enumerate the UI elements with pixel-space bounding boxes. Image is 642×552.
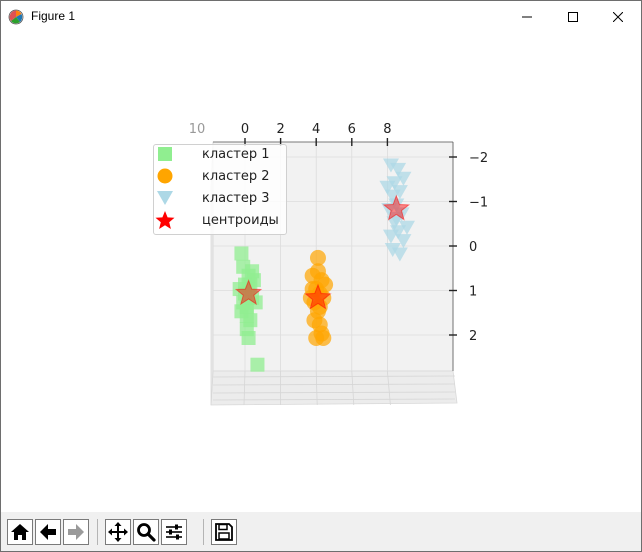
- cluster-1-point: [250, 357, 265, 372]
- window-title: Figure 1: [31, 9, 76, 23]
- figure-canvas[interactable]: 10 0 2 4 6 8 −2 −1 0 1 2 кластер 1 кластер 2 класт…: [1, 47, 641, 512]
- minimize-icon: [522, 16, 532, 17]
- legend-label: центроиды: [202, 213, 279, 228]
- legend-label: кластер 3: [202, 191, 270, 206]
- scatter-3d-plot[interactable]: 10 0 2 4 6 8 −2 −1 0 1 2: [1, 47, 641, 512]
- top-tick-label: 10: [189, 122, 206, 137]
- toolbar-divider: [97, 519, 98, 545]
- star-marker-icon: [155, 211, 175, 229]
- home-button[interactable]: [7, 519, 33, 545]
- cluster-1-point: [245, 264, 260, 279]
- legend-label: кластер 2: [202, 169, 270, 184]
- magnifier-icon: [137, 523, 156, 542]
- top-tick-label: 4: [312, 122, 320, 137]
- save-button[interactable]: [211, 519, 237, 545]
- top-tick-label: 8: [383, 122, 391, 137]
- right-tick-label: 2: [469, 329, 477, 344]
- maximize-button[interactable]: [550, 1, 596, 32]
- square-marker-icon: [158, 147, 172, 161]
- cluster-1-point: [234, 246, 249, 261]
- circle-marker-icon: [157, 168, 173, 184]
- right-tick-label: 1: [469, 285, 477, 300]
- navigation-toolbar: [1, 512, 641, 551]
- legend-item-cluster-2: кластер 2: [154, 167, 286, 189]
- right-tick-label: −1: [469, 196, 488, 211]
- arrow-right-icon: [68, 524, 84, 540]
- maximize-icon: [568, 11, 578, 22]
- top-tick-label: 2: [276, 122, 284, 137]
- triangle-down-marker-icon: [157, 191, 173, 205]
- matplotlib-logo-icon: [8, 9, 24, 25]
- home-icon: [11, 524, 29, 540]
- cluster-2-point: [309, 249, 326, 266]
- zoom-button[interactable]: [133, 519, 159, 545]
- legend-label: кластер 1: [202, 147, 270, 162]
- minimize-button[interactable]: [504, 1, 550, 32]
- close-icon: [613, 11, 623, 22]
- pan-button[interactable]: [105, 519, 131, 545]
- floppy-icon: [215, 523, 233, 541]
- legend[interactable]: кластер 1 кластер 2 кластер 3 центроиды: [153, 144, 287, 235]
- toolbar-divider: [203, 519, 204, 545]
- title-bar[interactable]: Figure 1: [1, 1, 641, 32]
- legend-item-cluster-3: кластер 3: [154, 189, 286, 211]
- cluster-2-point: [315, 330, 332, 346]
- legend-item-cluster-1: кластер 1: [154, 145, 286, 167]
- back-button[interactable]: [35, 519, 61, 545]
- top-tick-label: 0: [241, 122, 249, 137]
- legend-item-centroids: центроиды: [154, 211, 286, 233]
- forward-button[interactable]: [63, 519, 89, 545]
- arrow-left-icon: [40, 524, 56, 540]
- cluster-1-point: [239, 322, 254, 337]
- figure-window: Figure 1 10 0 2 4 6 8 −2 −1 0 1 2 класте…: [0, 0, 642, 552]
- sliders-icon: [166, 524, 182, 540]
- right-tick-label: −2: [469, 151, 488, 166]
- right-tick-label: 0: [469, 240, 477, 255]
- close-button[interactable]: [595, 1, 641, 32]
- top-tick-label: 6: [348, 122, 356, 137]
- subplots-button[interactable]: [161, 519, 187, 545]
- move-icon: [108, 522, 128, 542]
